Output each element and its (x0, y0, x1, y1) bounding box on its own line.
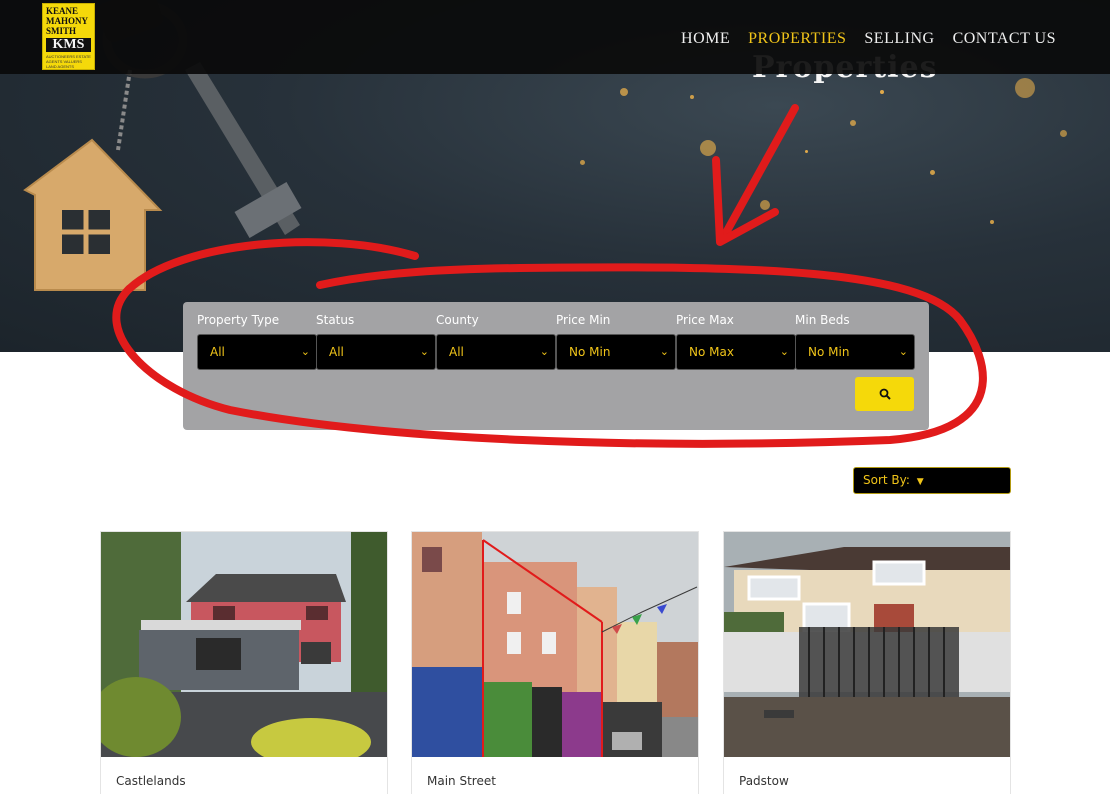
property-search-panel: Property Type All ⌄ Status All ⌄ County … (183, 302, 929, 430)
min-beds-value: No Min (808, 345, 850, 359)
county-label: County (436, 313, 479, 327)
property-type-value: All (210, 345, 225, 359)
price-min-label: Price Min (556, 313, 611, 327)
property-type-select[interactable]: All ⌄ (197, 334, 317, 370)
price-max-select[interactable]: No Max ⌄ (676, 334, 796, 370)
min-beds-field: Min Beds No Min ⌄ (795, 312, 915, 370)
listing-title[interactable]: Padstow (739, 774, 789, 788)
status-value: All (329, 345, 344, 359)
price-max-value: No Max (689, 345, 734, 359)
listing-title[interactable]: Castlelands (116, 774, 186, 788)
county-value: All (449, 345, 464, 359)
chevron-down-icon: ⌄ (300, 345, 310, 358)
listing-photo[interactable] (412, 532, 698, 757)
nav-home-link[interactable]: HOME (681, 30, 730, 48)
nav-properties-link[interactable]: PROPERTIES (748, 30, 846, 48)
chevron-down-icon: ⌄ (659, 345, 669, 358)
logo-tagline: AUCTIONEERS ESTATE AGENTS VALUERS LAND A… (46, 54, 91, 69)
listing-title[interactable]: Main Street (427, 774, 496, 788)
property-type-field: Property Type All ⌄ (197, 312, 317, 370)
sort-by-dropdown[interactable]: Sort By: ▼ (853, 467, 1011, 494)
price-min-field: Price Min No Min ⌄ (556, 312, 676, 370)
nav-contact-link[interactable]: CONTACT US (953, 30, 1056, 48)
county-select[interactable]: All ⌄ (436, 334, 556, 370)
chevron-down-icon: ⌄ (419, 345, 429, 358)
status-label: Status (316, 313, 355, 327)
status-select[interactable]: All ⌄ (316, 334, 436, 370)
county-field: County All ⌄ (436, 312, 556, 370)
price-max-field: Price Max No Max ⌄ (676, 312, 796, 370)
nav-selling-link[interactable]: SELLING (864, 30, 934, 48)
chevron-down-icon: ⌄ (539, 345, 549, 358)
main-nav: HOME PROPERTIES SELLING CONTACT US (681, 30, 1056, 48)
logo-line-1: KEANE (46, 6, 79, 16)
logo-line-3: SMITH (46, 26, 77, 36)
price-max-label: Price Max (676, 313, 734, 327)
price-min-value: No Min (569, 345, 611, 359)
price-min-select[interactable]: No Min ⌄ (556, 334, 676, 370)
listing-card[interactable]: Padstow (723, 531, 1011, 794)
logo-line-2: MAHONY (46, 16, 88, 26)
chevron-down-icon: ⌄ (779, 345, 789, 358)
property-type-label: Property Type (197, 313, 280, 327)
sort-by-label: Sort By: (863, 473, 910, 487)
page: Properties KEANE MAHONY SMITH KMS AUCTIO… (0, 0, 1110, 794)
listing-card[interactable]: Main Street (411, 531, 699, 794)
chevron-down-icon: ⌄ (898, 345, 908, 358)
listing-card[interactable]: Castlelands (100, 531, 388, 794)
listing-photo[interactable] (101, 532, 387, 757)
company-logo[interactable]: KEANE MAHONY SMITH KMS AUCTIONEERS ESTAT… (42, 3, 95, 70)
top-navbar: KEANE MAHONY SMITH KMS AUCTIONEERS ESTAT… (0, 0, 1110, 74)
search-button[interactable] (855, 377, 914, 411)
caret-down-icon: ▼ (916, 477, 924, 487)
search-icon (879, 388, 891, 400)
min-beds-label: Min Beds (795, 313, 850, 327)
logo-mark: KMS (46, 38, 91, 52)
min-beds-select[interactable]: No Min ⌄ (795, 334, 915, 370)
status-field: Status All ⌄ (316, 312, 436, 370)
listing-photo[interactable] (724, 532, 1010, 757)
